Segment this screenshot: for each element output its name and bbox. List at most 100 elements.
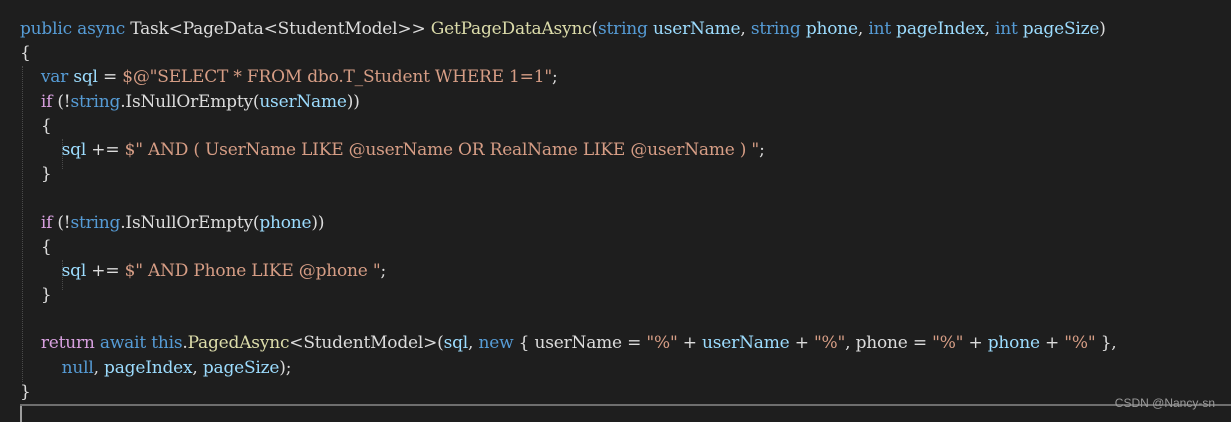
code-token-string: "%" bbox=[1064, 333, 1096, 354]
code-token-variable: sql bbox=[443, 333, 469, 354]
code-line[interactable]: if (!string.IsNullOrEmpty(userName)) bbox=[20, 90, 1231, 114]
code-token-default: , bbox=[740, 19, 751, 39]
code-line[interactable]: sql += $" AND Phone LIKE @phone "; bbox=[20, 259, 1231, 283]
code-token-default: + bbox=[1039, 333, 1065, 354]
code-token-default: { bbox=[20, 236, 52, 257]
code-token-default: } bbox=[20, 164, 52, 185]
code-token-default: { bbox=[513, 333, 535, 354]
code-token-keyword: int bbox=[994, 19, 1018, 39]
code-token-default: = bbox=[97, 67, 123, 88]
code-token-parameter: pageIndex bbox=[896, 19, 985, 39]
watermark: CSDN @Nancy-sn bbox=[1114, 396, 1215, 410]
code-token-parameter: pageSize bbox=[1022, 19, 1100, 39]
code-token-variable: sql bbox=[61, 139, 87, 160]
code-token-default: , bbox=[93, 357, 105, 378]
code-token-control-keyword: if bbox=[40, 91, 53, 112]
code-token-default bbox=[20, 92, 41, 112]
code-token-default: phone bbox=[855, 333, 908, 354]
code-line[interactable]: var sql = $@"SELECT * FROM dbo.T_Student… bbox=[20, 65, 1231, 89]
code-token-variable: sql bbox=[61, 260, 87, 281]
code-token-parameter: userName bbox=[652, 19, 741, 39]
code-token-default bbox=[20, 261, 62, 281]
code-line[interactable] bbox=[20, 186, 1231, 210]
code-token-default: + bbox=[677, 333, 703, 354]
code-line[interactable]: { bbox=[20, 235, 1231, 259]
code-token-parameter: userName bbox=[702, 333, 790, 354]
code-line[interactable]: return await this.PagedAsync<StudentMode… bbox=[20, 331, 1231, 355]
code-token-string: $@"SELECT * FROM dbo.T_Student WHERE 1=1… bbox=[122, 67, 552, 88]
code-line[interactable]: } bbox=[20, 283, 1231, 307]
code-token-string: "%" bbox=[813, 333, 846, 354]
code-token-parameter: phone bbox=[259, 212, 312, 233]
code-token-default bbox=[20, 358, 62, 378]
code-token-default: ) bbox=[1099, 19, 1106, 39]
code-token-keyword: null bbox=[61, 357, 94, 378]
code-token-default: .IsNullOrEmpty( bbox=[120, 212, 260, 233]
code-token-keyword: this bbox=[151, 333, 183, 354]
code-token-keyword: int bbox=[868, 19, 891, 39]
code-token-keyword: new bbox=[478, 333, 514, 354]
code-token-keyword: public bbox=[20, 19, 72, 39]
code-token-default: Task<PageData<StudentModel>> bbox=[125, 19, 431, 39]
code-token-control-keyword: if bbox=[40, 212, 53, 233]
code-editor[interactable]: public async Task<PageData<StudentModel>… bbox=[0, 0, 1231, 422]
code-token-string: $" AND Phone LIKE @phone " bbox=[124, 260, 381, 281]
code-line[interactable]: { bbox=[20, 114, 1231, 138]
code-token-string: "%" bbox=[646, 333, 678, 354]
code-line[interactable]: if (!string.IsNullOrEmpty(phone)) bbox=[20, 211, 1231, 235]
code-token-default: = bbox=[621, 333, 647, 354]
code-token-default: userName bbox=[534, 333, 622, 354]
code-token-default: + bbox=[789, 333, 814, 354]
code-token-default: } bbox=[20, 381, 31, 402]
code-token-default: , bbox=[857, 19, 869, 39]
code-token-keyword: var bbox=[40, 67, 69, 88]
code-token-keyword: string bbox=[597, 19, 648, 39]
horizontal-scrollbar[interactable] bbox=[20, 404, 1231, 406]
code-token-default: } bbox=[20, 285, 52, 306]
code-token-default: , bbox=[984, 19, 995, 39]
code-token-default: { bbox=[20, 43, 31, 64]
code-token-default: , bbox=[845, 333, 856, 354]
code-token-default: ; bbox=[551, 67, 558, 88]
code-line[interactable]: public async Task<PageData<StudentModel>… bbox=[20, 17, 1231, 41]
code-token-default: += bbox=[86, 139, 125, 160]
code-line[interactable]: { bbox=[20, 41, 1231, 65]
code-line[interactable]: sql += $" AND ( UserName LIKE @userName … bbox=[20, 138, 1231, 162]
code-line[interactable] bbox=[20, 307, 1231, 331]
code-token-control-keyword: return bbox=[40, 333, 95, 354]
code-token-default: , bbox=[192, 357, 203, 378]
code-line[interactable]: } bbox=[20, 380, 1231, 404]
code-token-default bbox=[20, 140, 62, 160]
code-token-default: , bbox=[468, 333, 479, 354]
code-token-keyword: string bbox=[70, 91, 121, 112]
code-token-default: += bbox=[86, 260, 125, 281]
code-token-parameter: pageIndex bbox=[104, 357, 193, 378]
text-cursor bbox=[20, 406, 22, 422]
code-token-default: )) bbox=[346, 91, 360, 112]
code-token-default: + bbox=[963, 333, 988, 354]
code-token-default: (! bbox=[52, 212, 71, 233]
code-token-method: PagedAsync bbox=[187, 333, 290, 354]
code-token-default: (! bbox=[52, 91, 71, 112]
code-content[interactable]: public async Task<PageData<StudentModel>… bbox=[20, 17, 1231, 404]
code-token-parameter: pageSize bbox=[202, 357, 280, 378]
code-token-default: { bbox=[20, 115, 52, 136]
code-line[interactable]: } bbox=[20, 162, 1231, 186]
code-token-default: <StudentModel>( bbox=[289, 333, 444, 354]
code-token-parameter: userName bbox=[259, 91, 347, 112]
code-line[interactable]: null, pageIndex, pageSize); bbox=[20, 356, 1231, 380]
code-token-string: $" AND ( UserName LIKE @userName OR Real… bbox=[124, 139, 760, 160]
code-token-keyword: async bbox=[77, 19, 126, 39]
code-token-default bbox=[20, 333, 41, 353]
code-token-default: ; bbox=[380, 260, 387, 281]
code-token-parameter: phone bbox=[987, 333, 1040, 354]
code-token-default: ; bbox=[759, 139, 765, 160]
code-token-default bbox=[20, 67, 41, 87]
code-token-parameter: phone bbox=[805, 19, 858, 39]
code-token-keyword: await bbox=[99, 333, 146, 354]
code-token-default: .IsNullOrEmpty( bbox=[120, 91, 260, 112]
code-token-default: = bbox=[907, 333, 933, 354]
code-token-default: )) bbox=[311, 212, 325, 233]
code-token-default bbox=[20, 213, 41, 233]
code-token-keyword: string bbox=[70, 212, 121, 233]
